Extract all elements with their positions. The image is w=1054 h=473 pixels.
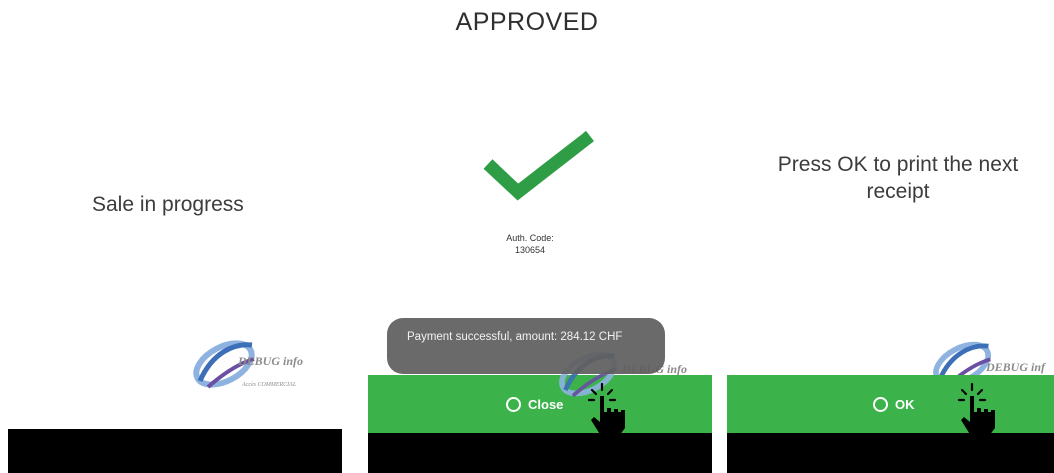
ok-button[interactable]: OK — [727, 375, 1054, 433]
left-panel: Sale in progress DEBUG info Accès COMMER… — [0, 0, 352, 473]
black-bar-left — [8, 429, 342, 473]
auth-code-block: Auth. Code: 130654 — [480, 232, 580, 256]
logo-text: DEBUG inf — [986, 360, 1046, 374]
auth-code-label: Auth. Code: — [506, 233, 554, 243]
sale-in-progress-text: Sale in progress — [92, 193, 244, 216]
hand-pointer-icon — [588, 382, 625, 436]
logo-text: DEBUG info — [238, 354, 304, 368]
radio-icon — [873, 396, 888, 412]
payment-toast: Payment successful, amount: 284.12 CHF — [387, 318, 665, 374]
black-bar-center — [368, 433, 712, 473]
ok-button-content: OK — [873, 375, 915, 433]
check-icon — [483, 130, 594, 201]
print-next-receipt-text: Press OK to print the next receipt — [777, 153, 1019, 203]
ok-button-label: OK — [895, 396, 915, 412]
logo-tagline: Accès COMMERCIAL — [242, 382, 297, 388]
black-bar-right — [727, 433, 1054, 473]
debug-info-logo: DEBUG info Accès COMMERCIAL — [190, 333, 350, 403]
auth-code-value: 130654 — [514, 245, 546, 255]
radio-icon — [506, 396, 521, 412]
hand-pointer-icon — [958, 382, 995, 436]
close-button-content: Close — [506, 375, 563, 433]
